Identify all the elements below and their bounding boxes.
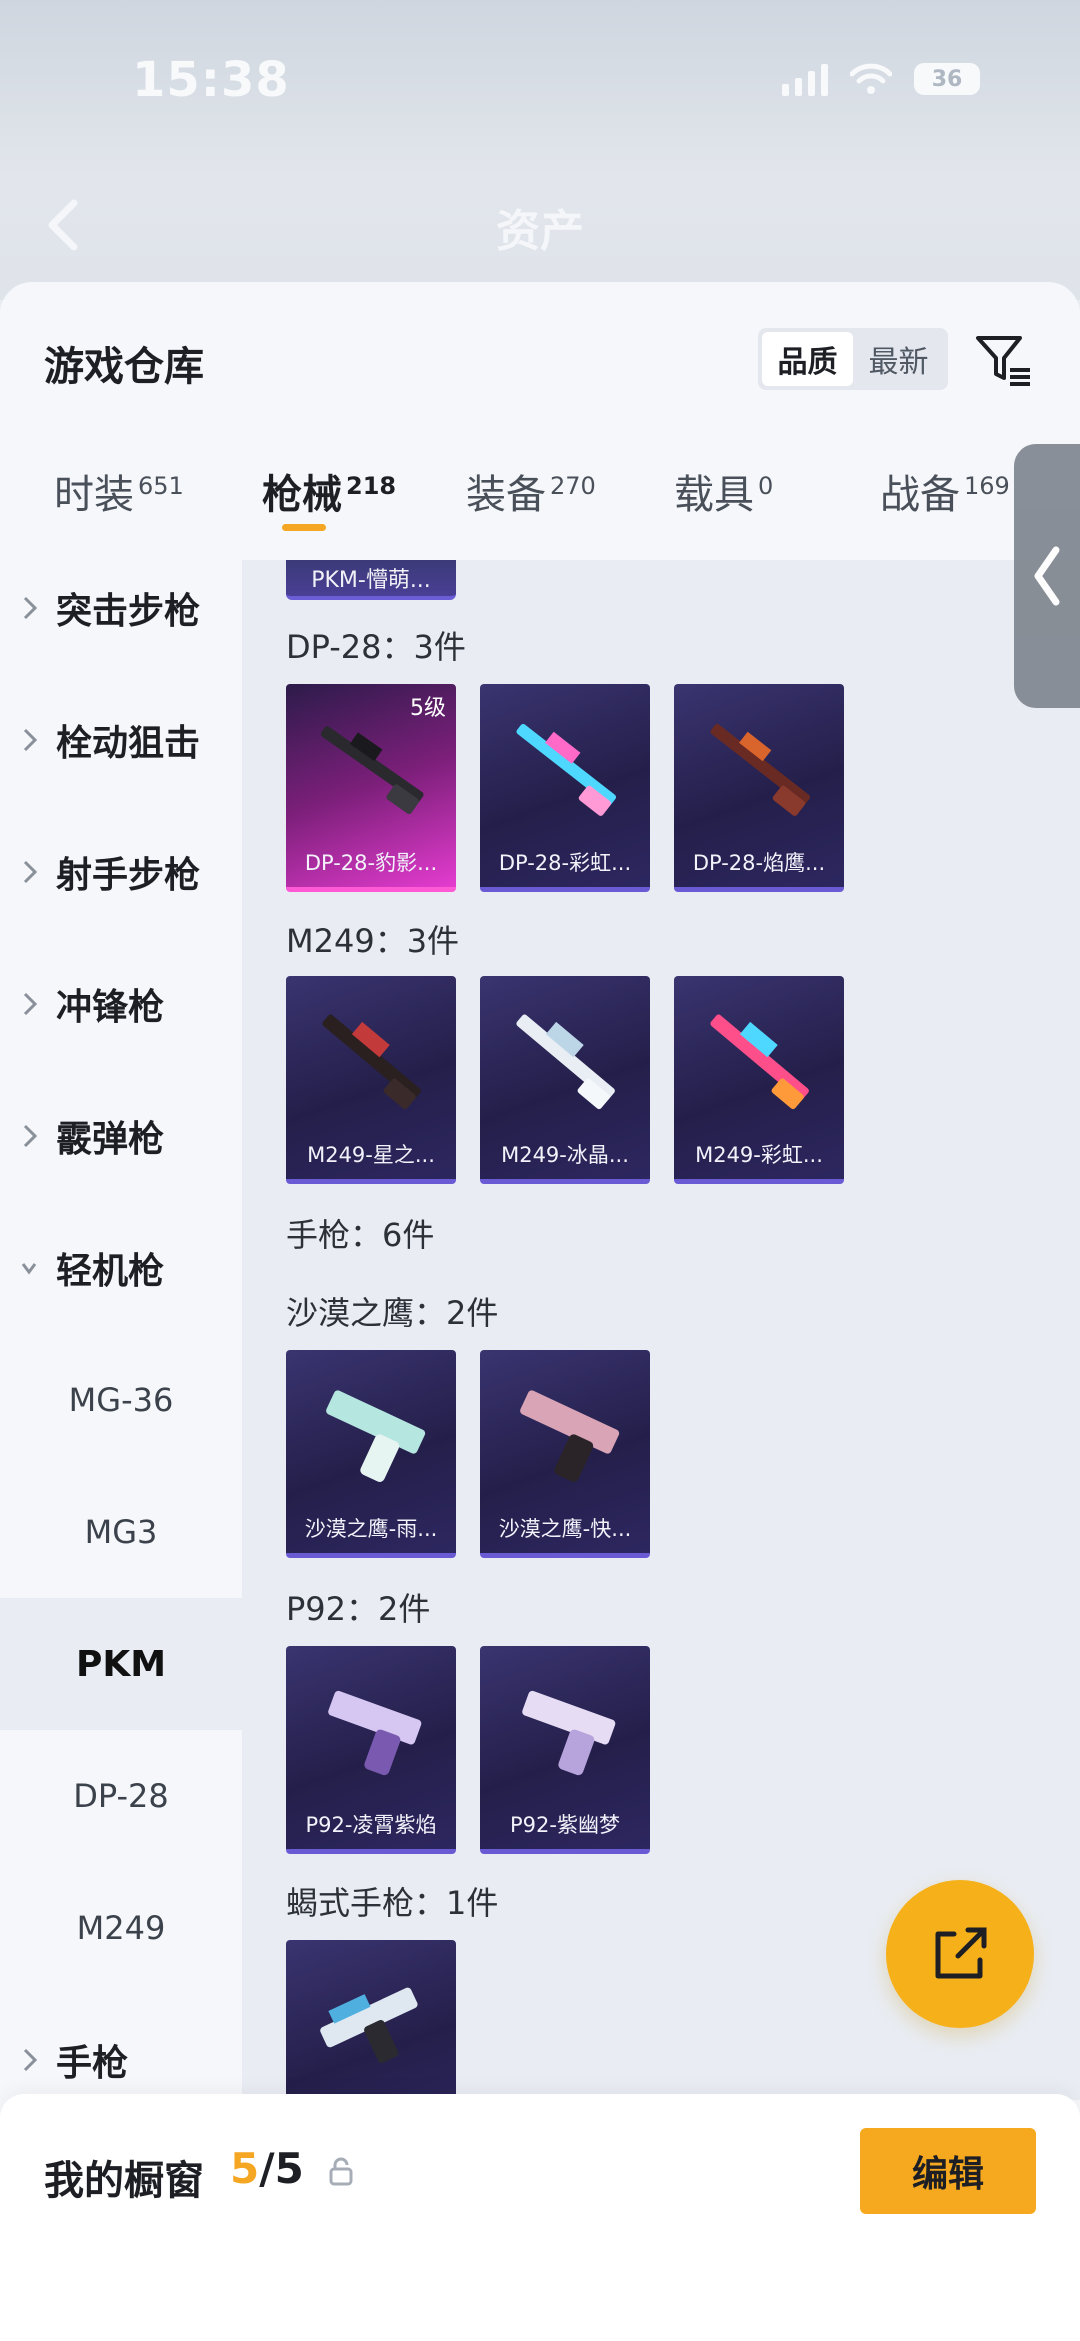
machine-gun-icon bbox=[710, 1014, 809, 1110]
machine-gun-icon bbox=[710, 723, 810, 816]
machine-gun-icon bbox=[320, 726, 424, 814]
chevron-right-icon bbox=[23, 728, 38, 752]
weapon-name: M249-冰晶... bbox=[501, 1143, 629, 1167]
showcase-bar: 我的橱窗 5/5 编辑 bbox=[0, 2094, 1080, 2341]
sidebar-item-label: 手枪 bbox=[56, 2043, 129, 2084]
chevron-right-icon bbox=[23, 860, 38, 884]
machine-gun-icon bbox=[516, 1014, 615, 1110]
tab-firearms[interactable]: 枪械 218 bbox=[262, 462, 396, 520]
sidebar-subitem-dp28[interactable]: DP-28 bbox=[0, 1730, 242, 1862]
tab-vehicles[interactable]: 载具 0 bbox=[674, 462, 773, 520]
group-title-scorpion: 蝎式手枪：1件 bbox=[286, 1884, 499, 1922]
chevron-left-icon bbox=[1034, 546, 1060, 606]
chevron-right-icon bbox=[23, 2048, 38, 2072]
sidebar-item-label: 冲锋枪 bbox=[56, 987, 165, 1028]
weapon-category-sidebar: 突击步枪 栓动狙击 射手步枪 冲锋枪 霰弹枪 轻机枪 MG-36 MG3 PKM… bbox=[0, 542, 242, 2102]
weapon-card[interactable]: M249-冰晶... bbox=[480, 976, 650, 1184]
machine-gun-icon bbox=[322, 1014, 421, 1110]
sort-toggle: 品质 最新 bbox=[758, 328, 948, 390]
tab-fashion[interactable]: 时装 651 bbox=[54, 462, 184, 520]
sidebar-subitem-pkm[interactable]: PKM bbox=[0, 1598, 242, 1730]
weapon-name: P92-凌霄紫焰 bbox=[305, 1813, 437, 1837]
pkm-skin-card-partial[interactable]: PKM-懵萌... bbox=[286, 560, 456, 600]
sidebar-item-label: 射手步枪 bbox=[56, 855, 201, 896]
group-title-m249: M249：3件 bbox=[286, 922, 460, 960]
battery-icon: 36 bbox=[914, 63, 980, 95]
chevron-right-icon bbox=[23, 1124, 38, 1148]
sidebar-subitem-mg36[interactable]: MG-36 bbox=[0, 1334, 242, 1466]
weapon-card[interactable]: P92-紫幽梦 bbox=[480, 1646, 650, 1854]
side-panel-handle[interactable] bbox=[1014, 444, 1080, 708]
weapon-grid: PKM-懵萌... DP-28：3件 5级 DP-28-豹影... DP-28-… bbox=[242, 560, 1080, 2100]
sidebar-item-label: 突击步枪 bbox=[56, 591, 201, 632]
weapon-name: 沙漠之鹰-快... bbox=[498, 1517, 632, 1541]
status-time: 15:38 bbox=[132, 52, 290, 108]
sort-quality-button[interactable]: 品质 bbox=[762, 332, 853, 386]
active-tab-indicator bbox=[282, 524, 326, 531]
group-title-dp28: DP-28：3件 bbox=[286, 628, 466, 666]
sidebar-item-assault-rifle[interactable]: 突击步枪 bbox=[0, 542, 242, 674]
share-icon bbox=[935, 1927, 987, 1979]
weapon-card[interactable]: M249-星之... bbox=[286, 976, 456, 1184]
tab-equipment[interactable]: 装备 270 bbox=[466, 462, 596, 520]
sidebar-item-label: 轻机枪 bbox=[56, 1251, 165, 1292]
status-icons: 36 bbox=[782, 62, 980, 96]
nav-title: 资产 bbox=[496, 206, 584, 257]
status-bar: 15:38 36 bbox=[0, 40, 1080, 120]
chevron-right-icon bbox=[23, 596, 38, 620]
chevron-right-icon bbox=[23, 992, 38, 1016]
share-button[interactable] bbox=[886, 1880, 1034, 2028]
edit-showcase-button[interactable]: 编辑 bbox=[860, 2128, 1036, 2214]
sidebar-item-label: 栓动狙击 bbox=[56, 723, 201, 764]
weapon-card[interactable]: 沙漠之鹰-雨... bbox=[286, 1350, 456, 1558]
category-tabs: 时装 651 枪械 218 装备 270 载具 0 战备 169 bbox=[0, 432, 1080, 542]
weapon-name: M249-星之... bbox=[307, 1143, 435, 1167]
pistol-icon bbox=[522, 1690, 616, 1776]
weapon-name: P92-紫幽梦 bbox=[510, 1813, 620, 1837]
machine-gun-icon bbox=[516, 723, 616, 816]
sidebar-item-marksman-rifle[interactable]: 射手步枪 bbox=[0, 806, 242, 938]
sidebar-item-bolt-sniper[interactable]: 栓动狙击 bbox=[0, 674, 242, 806]
pistol-icon bbox=[328, 1690, 422, 1776]
showcase-title: 我的橱窗 bbox=[44, 2158, 204, 2204]
weapon-card[interactable]: 5级 DP-28-豹影... bbox=[286, 684, 456, 892]
signal-icon bbox=[782, 62, 828, 96]
weapon-name: DP-28-豹影... bbox=[304, 851, 438, 875]
pistol-icon bbox=[326, 1390, 426, 1482]
sidebar-subitem-mg3[interactable]: MG3 bbox=[0, 1466, 242, 1598]
sidebar-item-shotgun[interactable]: 霰弹枪 bbox=[0, 1070, 242, 1202]
weapon-card[interactable]: M249-彩虹... bbox=[674, 976, 844, 1184]
lock-icon bbox=[329, 2157, 353, 2186]
weapon-card[interactable]: DP-28-彩虹... bbox=[480, 684, 650, 892]
tab-combat-prep[interactable]: 战备 169 bbox=[880, 462, 1010, 520]
group-title-p92: P92：2件 bbox=[286, 1590, 431, 1628]
weapon-card[interactable]: 沙漠之鹰-快... bbox=[480, 1350, 650, 1558]
weapon-card[interactable]: P92-凌霄紫焰 bbox=[286, 1646, 456, 1854]
weapon-name: DP-28-彩虹... bbox=[498, 851, 632, 875]
warehouse-header: 游戏仓库 品质 最新 bbox=[0, 282, 1080, 432]
sidebar-subitem-m249[interactable]: M249 bbox=[0, 1862, 242, 1994]
weapon-card[interactable]: DP-28-焰鹰... bbox=[674, 684, 844, 892]
sidebar-item-lmg[interactable]: 轻机枪 bbox=[0, 1202, 242, 1334]
weapon-name: M249-彩虹... bbox=[695, 1143, 823, 1167]
weapon-card[interactable] bbox=[286, 1940, 456, 2100]
weapon-name: DP-28-焰鹰... bbox=[692, 851, 826, 875]
warehouse-title: 游戏仓库 bbox=[44, 344, 204, 390]
sort-newest-button[interactable]: 最新 bbox=[853, 332, 944, 386]
chevron-down-icon bbox=[21, 1263, 37, 1275]
weapon-name: 沙漠之鹰-雨... bbox=[304, 1517, 438, 1541]
nav-bar: 资产 bbox=[0, 175, 1080, 265]
filter-icon[interactable] bbox=[974, 330, 1034, 390]
sidebar-item-label: 霰弹枪 bbox=[56, 1119, 165, 1160]
pistol-icon bbox=[320, 1987, 418, 2063]
group-title-desert-eagle: 沙漠之鹰：2件 bbox=[286, 1294, 499, 1332]
sidebar-item-smg[interactable]: 冲锋枪 bbox=[0, 938, 242, 1070]
wifi-icon bbox=[850, 63, 892, 94]
pistol-icon bbox=[520, 1390, 620, 1482]
showcase-count: 5/5 bbox=[230, 2144, 304, 2193]
group-title-pistols: 手枪：6件 bbox=[286, 1216, 435, 1254]
